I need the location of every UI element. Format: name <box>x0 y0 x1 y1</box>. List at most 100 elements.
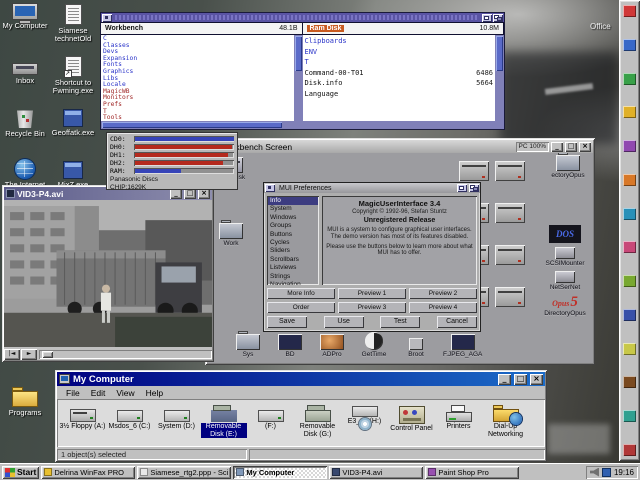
mui-category-item[interactable]: Groups <box>268 222 318 230</box>
office-shortcut-icon[interactable] <box>623 208 636 220</box>
file-entry[interactable]: Language <box>305 89 494 100</box>
dos-icon[interactable]: DOS <box>549 225 581 243</box>
mui-category-item[interactable]: System <box>268 205 318 213</box>
depth-gadget[interactable] <box>493 14 503 22</box>
file-entry[interactable]: T <box>305 57 494 68</box>
office-shortcut-icon[interactable] <box>623 106 636 118</box>
directory-entry[interactable]: Libs <box>103 76 292 83</box>
minimize-button[interactable]: _ <box>551 142 563 152</box>
taskbar-button[interactable]: Siamese_rtg2.ppp - Scif... <box>137 466 231 479</box>
drive-item[interactable]: Control Panel <box>388 402 435 433</box>
office-shortcut-icon[interactable] <box>623 275 636 287</box>
drive-item[interactable]: Removable Disk (E:) <box>200 402 247 438</box>
menu-item[interactable]: File <box>61 388 85 398</box>
scrollbar-knob[interactable] <box>102 122 282 128</box>
office-shortcut-icon[interactable] <box>623 309 636 321</box>
mui-category-item[interactable]: Buttons <box>268 231 318 239</box>
disk-drive-icon[interactable] <box>459 161 489 181</box>
office-shortcut-icon[interactable] <box>623 174 636 186</box>
workbench-icon[interactable]: ectoryOpus <box>545 155 591 179</box>
volume-icon[interactable] <box>590 468 599 477</box>
drive-item[interactable]: System (D:) <box>153 402 200 431</box>
workbench-icon[interactable]: Sys <box>233 334 263 358</box>
drive-item[interactable]: Printers <box>435 402 482 431</box>
zoom-gadget[interactable] <box>457 184 467 192</box>
zoom-gadget[interactable] <box>482 14 492 22</box>
mui-button[interactable]: Preview 1 <box>338 288 406 299</box>
mui-category-item[interactable]: Sliders <box>268 247 318 255</box>
disk-drive-icon[interactable] <box>495 287 525 307</box>
maximize-button[interactable]: □ <box>565 142 577 152</box>
office-shortcut-icon[interactable] <box>623 140 636 152</box>
mui-button[interactable]: Preview 2 <box>409 288 477 299</box>
taskbar-button[interactable]: My Computer <box>233 466 327 479</box>
directory-opus-icon[interactable]: Opus 5 DirectoryOpus <box>544 295 586 317</box>
desktop-icon[interactable]: Siamese technetOld <box>50 3 96 55</box>
player-control-button[interactable]: |◄ <box>4 349 20 360</box>
office-shortcut-icon[interactable] <box>623 444 636 456</box>
drive-item[interactable]: (F:) <box>247 402 294 431</box>
menu-item[interactable]: Help <box>141 388 168 398</box>
start-button[interactable]: Start <box>2 466 39 479</box>
workbench-icon[interactable]: ADPro <box>317 334 347 358</box>
menu-item[interactable]: Edit <box>86 388 111 398</box>
mui-action-button[interactable]: Test <box>380 316 420 328</box>
titlebar[interactable] <box>101 13 504 22</box>
drive-item[interactable]: Dial-Up Networking <box>482 402 529 438</box>
mui-button[interactable]: Preview 3 <box>338 302 406 313</box>
workbench-icon[interactable]: NetSerNet <box>543 271 587 291</box>
office-shortcut-icon[interactable] <box>623 5 636 17</box>
desktop-icon-programs[interactable]: Programs <box>2 386 48 417</box>
mui-action-button[interactable]: Save <box>267 316 307 328</box>
workbench-icon[interactable]: BD <box>275 334 305 358</box>
vertical-scrollbar[interactable] <box>495 35 504 121</box>
office-shortcut-icon[interactable] <box>623 39 636 51</box>
file-pane[interactable]: Clipboards ENV T Command-00-T01 6486 <box>303 35 496 121</box>
drive-item[interactable]: E3_cd (H:) <box>341 402 388 426</box>
display-icon[interactable] <box>602 468 611 477</box>
file-entry[interactable]: Clipboards <box>305 36 494 47</box>
taskbar-button[interactable]: Delrina WinFax PRO <box>41 466 135 479</box>
office-shortcut-icon[interactable] <box>623 343 636 355</box>
directory-entry[interactable]: Classes <box>103 43 292 50</box>
mui-category-item[interactable]: Navigation <box>268 281 318 285</box>
directory-entry[interactable]: Prefs <box>103 102 292 109</box>
drive-item[interactable]: 3½ Floppy (A:) <box>59 402 106 431</box>
workbench-icon[interactable]: Broot <box>401 338 431 358</box>
mui-button[interactable]: Order <box>267 302 335 313</box>
taskbar-button[interactable]: Paint Shop Pro <box>425 466 519 479</box>
close-gadget[interactable] <box>102 14 112 22</box>
file-entry[interactable]: Disk.info 5664 <box>305 78 494 89</box>
titlebar[interactable]: My Computer _ □ × <box>57 372 545 386</box>
seek-thumb[interactable] <box>42 351 53 358</box>
directory-entry[interactable]: Expansion <box>103 56 292 63</box>
close-button[interactable]: × <box>579 142 591 152</box>
scrollbar-knob[interactable] <box>496 36 503 71</box>
workbench-icon[interactable]: SCSIMounter <box>543 247 587 267</box>
mui-category-item[interactable]: Cycles <box>268 239 318 247</box>
horizontal-scrollbar[interactable] <box>101 121 504 129</box>
titlebar[interactable]: Workbench Screen PC 100% _ □ × <box>207 140 593 153</box>
minimize-button[interactable]: _ <box>498 374 511 385</box>
directory-pane[interactable]: C Classes Devs Expansion Fonts <box>101 35 294 121</box>
drive-item[interactable]: Removable Disk (G:) <box>294 402 341 438</box>
close-button[interactable]: × <box>530 374 543 385</box>
desktop-icon[interactable]: Geoffatk.exe <box>50 107 96 159</box>
vertical-scrollbar[interactable] <box>294 35 303 121</box>
drag-bar[interactable] <box>115 15 479 20</box>
office-shortcut-icon[interactable] <box>623 241 636 253</box>
workbench-icon[interactable]: GetTime <box>359 332 389 358</box>
disk-drive-icon[interactable] <box>495 203 525 223</box>
seek-slider[interactable] <box>39 350 212 359</box>
desktop-icon[interactable]: Inbox <box>2 55 48 107</box>
mui-category-item[interactable]: Strings <box>268 273 318 281</box>
mui-category-item[interactable]: Windows <box>268 214 318 222</box>
file-entry[interactable]: Command-00-T01 6486 <box>305 68 494 79</box>
directory-entry[interactable]: C <box>103 36 292 43</box>
office-shortcut-icon[interactable] <box>623 376 636 388</box>
mui-category-item[interactable]: Scrollbars <box>268 256 318 264</box>
directory-entry[interactable]: T <box>103 109 292 116</box>
disk-drive-icon[interactable] <box>495 161 525 181</box>
office-shortcut-icon[interactable] <box>623 410 636 422</box>
titlebar[interactable]: MUI Preferences <box>264 183 480 193</box>
